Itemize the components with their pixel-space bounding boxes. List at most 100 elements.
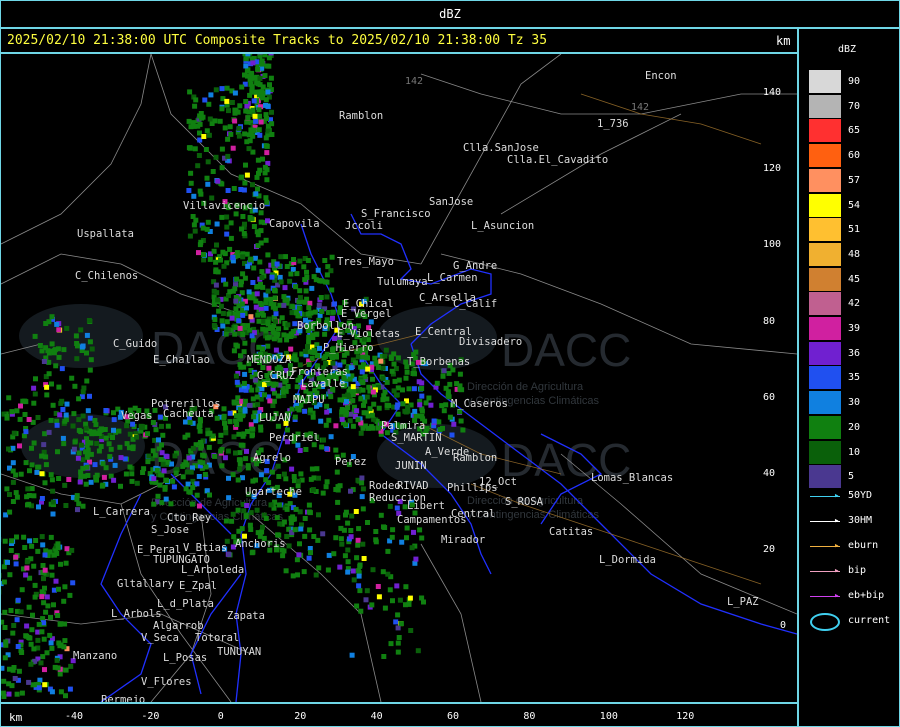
place-label: C_Chilenos bbox=[75, 270, 139, 282]
legend-value: 65 bbox=[848, 125, 861, 137]
place-label: L_Asuncion bbox=[471, 220, 535, 232]
place-label: Anchoris bbox=[235, 538, 286, 550]
place-label: M_Caseros bbox=[451, 398, 508, 410]
legend-value: 5 bbox=[848, 471, 855, 483]
arrowhead-icon: ▸ bbox=[834, 591, 840, 601]
place-label: Clla.El_Cavadito bbox=[507, 154, 609, 166]
place-label: MENDOZA bbox=[247, 354, 292, 366]
y-tick-label: 120 bbox=[763, 163, 782, 175]
place-label: Campamentos bbox=[397, 514, 467, 526]
radar-map[interactable]: DACC DACC DACC DACC Dirección de Agricul… bbox=[0, 53, 798, 703]
legend-value: 51 bbox=[848, 224, 861, 236]
x-tick-label: 60 bbox=[447, 711, 460, 722]
x-tick-label: 0 bbox=[217, 711, 224, 722]
place-label: Ramblon bbox=[453, 452, 498, 464]
map-number: 142 bbox=[631, 102, 650, 113]
place-label: E_Challao bbox=[153, 354, 210, 366]
legend-value: 20 bbox=[848, 421, 861, 433]
place-label: L_Arboleda bbox=[181, 564, 245, 576]
place-label: Catitas bbox=[549, 526, 594, 538]
x-tick-label: -40 bbox=[65, 711, 84, 722]
place-label: G_CRUZ bbox=[257, 370, 295, 382]
track-label: eb+bip bbox=[848, 590, 885, 601]
place-label: Encon bbox=[645, 70, 677, 82]
track-label: current bbox=[848, 615, 891, 626]
place-label: S_ROSA bbox=[505, 496, 543, 508]
place-label: LUJAN bbox=[259, 412, 291, 424]
place-label: Perdriel bbox=[269, 432, 320, 444]
legend-swatch bbox=[809, 168, 841, 192]
map-number: 142 bbox=[405, 76, 424, 87]
y-tick-label: 100 bbox=[763, 239, 782, 251]
place-label: JUNIN bbox=[395, 460, 427, 472]
y-tick-label: 140 bbox=[763, 87, 782, 98]
track-label: bip bbox=[848, 565, 867, 576]
title-bar: 2025/02/10 21:38:00 UTC Composite Tracks… bbox=[0, 28, 798, 53]
arrowhead-icon: ▸ bbox=[834, 491, 840, 501]
arrowhead-icon: ▸ bbox=[834, 566, 840, 576]
place-label: 12_Oct bbox=[479, 476, 517, 488]
place-label: L_Carrera bbox=[93, 506, 150, 518]
place-label: V_Seca bbox=[141, 632, 179, 644]
place-label: L_Posas bbox=[163, 652, 208, 664]
place-label: Jccoli bbox=[345, 220, 383, 232]
track-label: 30HM bbox=[848, 515, 873, 526]
x-tick-label: 20 bbox=[294, 711, 307, 722]
y-tick-label: 20 bbox=[763, 544, 776, 556]
place-label: Algarrob bbox=[153, 620, 204, 632]
legend-swatch bbox=[809, 465, 841, 489]
legend-swatch bbox=[809, 440, 841, 464]
place-label: MAIPU bbox=[293, 394, 325, 406]
composite-title: 2025/02/10 21:38:00 UTC Composite Tracks… bbox=[7, 33, 548, 48]
place-label: 1_736 bbox=[597, 118, 629, 130]
legend-value: 35 bbox=[848, 372, 861, 384]
legend-value: 45 bbox=[848, 273, 861, 285]
legend-swatch bbox=[809, 193, 841, 217]
svg-text:DACC: DACC bbox=[501, 324, 631, 376]
legend-swatch bbox=[809, 94, 841, 118]
place-label: L_d_Plata bbox=[157, 598, 214, 610]
place-label: P_Hierro bbox=[323, 342, 374, 354]
place-label: Fronteras bbox=[291, 366, 348, 378]
arrowhead-icon: ▸ bbox=[834, 541, 840, 551]
place-label: Divisadero bbox=[459, 336, 523, 348]
place-label: Bermejo bbox=[101, 694, 146, 703]
legend-swatch bbox=[809, 415, 841, 439]
place-label: Cacheuta bbox=[163, 408, 214, 420]
place-label: Uspallata bbox=[77, 228, 134, 240]
place-label: Capovila bbox=[269, 218, 320, 230]
place-label: Perez bbox=[335, 456, 367, 468]
place-label: RIVAD bbox=[397, 480, 429, 492]
place-label: Cto_Rey bbox=[167, 512, 212, 524]
legend-swatch bbox=[809, 292, 841, 316]
legend-swatch bbox=[809, 267, 841, 291]
km-label-bottom: km bbox=[9, 711, 23, 724]
place-label: Tres_Mayo bbox=[337, 256, 394, 268]
place-label: E_Zpal bbox=[179, 580, 217, 592]
place-label: C_Calif bbox=[453, 298, 498, 310]
legend-value: 36 bbox=[848, 347, 861, 359]
legend-swatch bbox=[809, 218, 841, 242]
legend-swatch bbox=[809, 242, 841, 266]
legend-value: 54 bbox=[848, 199, 861, 211]
place-label: Mirador bbox=[441, 534, 486, 546]
place-label: L_Dormida bbox=[599, 554, 656, 566]
x-tick-label: 100 bbox=[599, 711, 618, 722]
place-label: Lavalle bbox=[301, 378, 346, 390]
legend-swatch bbox=[809, 144, 841, 168]
legend-value: 10 bbox=[848, 446, 861, 458]
legend-value: 57 bbox=[848, 174, 861, 186]
place-label: Lomas_Blancas bbox=[591, 472, 674, 484]
place-label: Vegas bbox=[121, 410, 153, 422]
place-label: S_MARTIN bbox=[391, 432, 442, 444]
y-tick-label: 40 bbox=[763, 468, 776, 479]
legend-value: 48 bbox=[848, 248, 861, 260]
legend-value: 60 bbox=[848, 150, 861, 162]
legend-swatch bbox=[809, 341, 841, 365]
place-label: Gltallary bbox=[117, 578, 174, 590]
place-label: V_Flores bbox=[141, 676, 192, 688]
place-label: Palmira bbox=[381, 420, 426, 432]
place-label: S_Jose bbox=[151, 524, 189, 536]
x-tick-label: 40 bbox=[370, 711, 383, 722]
place-label: Zapata bbox=[227, 610, 265, 622]
